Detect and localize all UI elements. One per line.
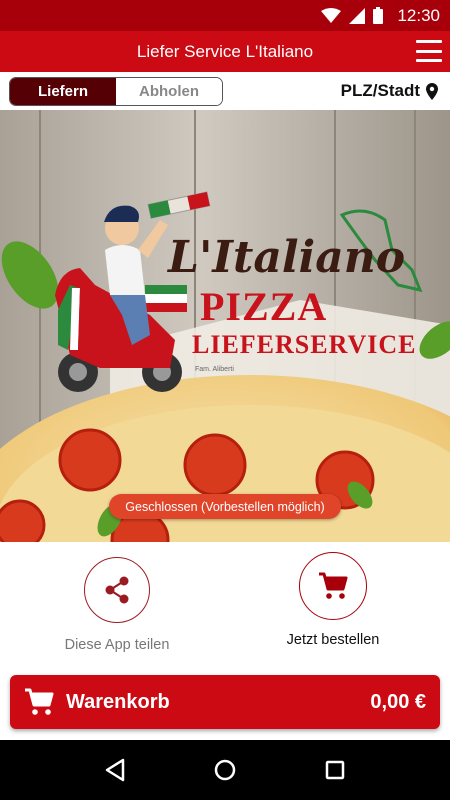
home-icon[interactable] <box>205 750 245 790</box>
status-bar: 12:30 <box>0 0 450 31</box>
share-app-button[interactable]: Diese App teilen <box>32 557 202 661</box>
status-badge: Geschlossen (Vorbestellen möglich) <box>109 494 341 519</box>
brand-script: L'Italiano <box>168 232 406 283</box>
hamburger-menu-icon[interactable] <box>416 40 442 62</box>
share-button-circle <box>84 557 150 623</box>
location-label: PLZ/Stadt <box>340 81 420 100</box>
brand-pizza: PIZZA <box>200 284 328 329</box>
brand-lieferservice: LIEFERSERVICE <box>192 330 417 359</box>
clock: 12:30 <box>397 5 440 25</box>
app-title: Liefer Service L'Italiano <box>136 41 314 61</box>
delivery-mode-toggle: Liefern Abholen <box>9 77 223 106</box>
hero-banner: L'Italiano PIZZA LIEFERSERVICE Fam. Alib… <box>0 110 450 542</box>
order-mode-row: Liefern Abholen PLZ/Stadt <box>0 72 450 110</box>
signal-icon <box>349 7 366 24</box>
tab-pickup[interactable]: Abholen <box>116 78 222 105</box>
cart-icon <box>25 688 54 715</box>
app-bar: Liefer Service L'Italiano <box>0 31 450 72</box>
tab-delivery[interactable]: Liefern <box>10 78 116 105</box>
location-selector[interactable]: PLZ/Stadt <box>341 81 438 101</box>
back-icon[interactable] <box>95 750 135 790</box>
cart-button[interactable]: Warenkorb 0,00 € <box>10 675 440 729</box>
battery-icon <box>373 7 384 24</box>
cart-label: Warenkorb <box>66 690 170 713</box>
share-app-label: Diese App teilen <box>64 637 170 653</box>
system-nav-bar <box>0 740 450 800</box>
shopping-cart-icon <box>319 572 348 599</box>
order-button-circle <box>299 552 367 620</box>
share-icon <box>105 576 129 604</box>
location-pin-icon <box>426 82 438 100</box>
brand-owner: Fam. Aliberti <box>195 366 234 373</box>
recents-icon[interactable] <box>315 750 355 790</box>
order-now-label: Jetzt bestellen <box>286 632 380 648</box>
order-now-button[interactable]: Jetzt bestellen <box>248 552 418 656</box>
wifi-icon <box>321 7 342 23</box>
cart-total: 0,00 € <box>370 690 426 713</box>
